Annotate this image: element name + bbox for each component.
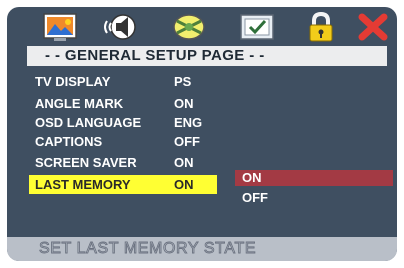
- exit-icon[interactable]: [353, 10, 393, 44]
- setting-value: ON: [174, 96, 194, 111]
- password-lock-icon[interactable]: [299, 10, 343, 44]
- setting-label: ANGLE MARK: [35, 96, 124, 111]
- status-text: SET LAST MEMORY STATE: [39, 240, 257, 258]
- setup-icon-bar: [7, 7, 397, 47]
- status-bar: SET LAST MEMORY STATE: [7, 237, 397, 261]
- setting-row-captions[interactable]: CAPTIONS OFF: [29, 132, 259, 151]
- setting-row-osd-language[interactable]: OSD LANGUAGE ENG: [29, 113, 259, 132]
- setting-label: TV DISPLAY: [35, 74, 111, 89]
- preference-icon[interactable]: [235, 10, 279, 44]
- setting-label: CAPTIONS: [35, 134, 103, 149]
- setting-row-screen-saver[interactable]: SCREEN SAVER ON: [29, 153, 259, 172]
- setting-value: ON: [174, 177, 194, 192]
- setting-row-angle-mark[interactable]: ANGLE MARK ON: [29, 94, 259, 113]
- setting-row-last-memory[interactable]: LAST MEMORY ON: [29, 175, 217, 194]
- setting-label: OSD LANGUAGE: [35, 115, 142, 130]
- setting-row-tv-display[interactable]: TV DISPLAY PS: [29, 72, 259, 91]
- option-on[interactable]: ON: [235, 170, 393, 186]
- setting-value: PS: [174, 74, 192, 89]
- setting-value: OFF: [174, 134, 200, 149]
- setting-label: LAST MEMORY: [35, 177, 131, 192]
- audio-setup-icon[interactable]: [99, 10, 143, 44]
- page-title: - - GENERAL SETUP PAGE - -: [27, 46, 387, 66]
- general-setup-icon[interactable]: [38, 10, 82, 44]
- setting-value: ON: [174, 155, 194, 170]
- video-setup-icon[interactable]: [167, 10, 211, 44]
- setting-value: ENG: [174, 115, 203, 130]
- setup-screen: - - GENERAL SETUP PAGE - - TV DISPLAY PS…: [7, 7, 397, 261]
- option-off[interactable]: OFF: [235, 190, 393, 206]
- setting-label: SCREEN SAVER: [35, 155, 137, 170]
